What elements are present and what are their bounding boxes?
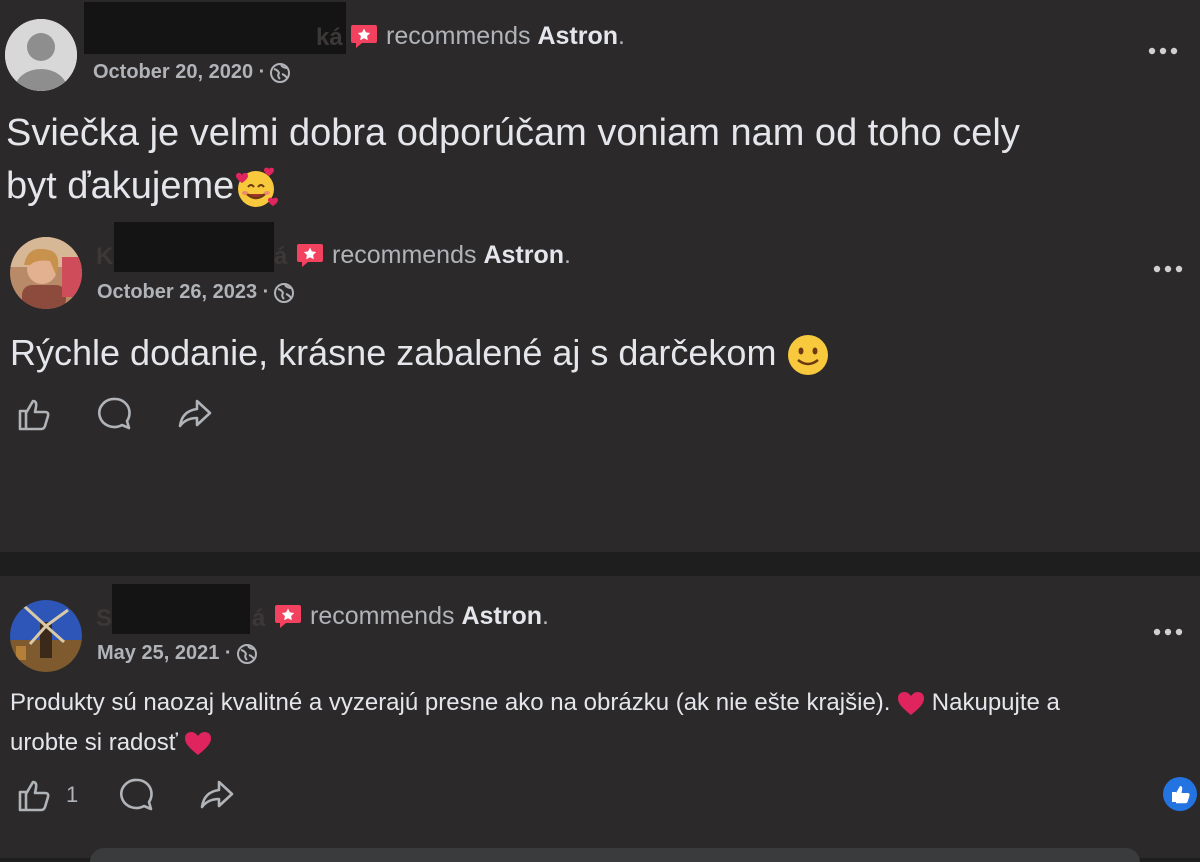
- slight-smile-emoji: [788, 335, 829, 376]
- recommend-star-icon: [351, 25, 377, 48]
- post-text-line: byt ďakujeme: [6, 165, 279, 210]
- post-text-line: urobte si radosť: [10, 729, 212, 757]
- comment-button[interactable]: [96, 395, 134, 433]
- comment-icon: [120, 778, 154, 811]
- post-card: S á recommends Astron. May 25, 2021 · Pr…: [0, 576, 1200, 858]
- profile-photo: [10, 237, 82, 309]
- avatar[interactable]: [5, 19, 77, 91]
- like-icon: [18, 399, 50, 431]
- period: .: [564, 241, 571, 269]
- page-link[interactable]: Astron: [483, 241, 564, 269]
- post-date[interactable]: May 25, 2021 ·: [97, 642, 258, 665]
- like-icon: [18, 780, 50, 812]
- share-button[interactable]: [176, 395, 214, 433]
- recommendation-line: recommends Astron.: [386, 22, 625, 51]
- recommends-text: recommends: [310, 602, 455, 630]
- post-actions: [16, 395, 214, 433]
- post-text-line: Sviečka je velmi dobra odporúčam voniam …: [6, 112, 1020, 154]
- author-name-fragment[interactable]: K: [96, 243, 113, 271]
- date-text[interactable]: October 20, 2020 ·: [93, 61, 265, 84]
- avatar[interactable]: [10, 237, 82, 309]
- post-text: byt ďakujeme: [6, 165, 235, 207]
- like-button[interactable]: 1: [16, 776, 78, 814]
- thumbs-up-icon: [1172, 786, 1190, 804]
- comment-box-edge: [90, 848, 1140, 862]
- like-button[interactable]: [16, 395, 54, 433]
- more-options-icon[interactable]: [1153, 264, 1183, 274]
- redacted-name: [114, 222, 274, 272]
- profile-photo: [10, 600, 82, 672]
- share-button[interactable]: [198, 776, 236, 814]
- heart-emoji: [898, 691, 925, 715]
- recommendation-line: recommends Astron.: [310, 602, 549, 631]
- recommend-star-icon: [275, 605, 301, 628]
- share-icon: [200, 780, 234, 809]
- period: .: [542, 602, 549, 630]
- share-icon: [178, 399, 212, 428]
- post-text: Produkty sú naozaj kvalitné a vyzerajú p…: [10, 689, 891, 716]
- redacted-name: [112, 584, 250, 634]
- post-text: Rýchle dodanie, krásne zabalené aj s dar…: [10, 332, 777, 373]
- post-card: ká recommends Astron. October 20, 2020 ·…: [0, 0, 1200, 552]
- post-text: urobte si radosť: [10, 729, 178, 756]
- avatar[interactable]: [10, 600, 82, 672]
- redacted-name: [84, 2, 346, 54]
- author-name-fragment[interactable]: S: [96, 605, 112, 633]
- recommendation-line: recommends Astron.: [332, 241, 571, 270]
- date-text[interactable]: May 25, 2021 ·: [97, 642, 232, 665]
- post-text-line: Rýchle dodanie, krásne zabalené aj s dar…: [10, 332, 830, 377]
- like-count: 1: [66, 782, 79, 807]
- post-text-line: Produkty sú naozaj kvalitné a vyzerajú p…: [10, 689, 1060, 717]
- post-date[interactable]: October 20, 2020 ·: [93, 61, 291, 84]
- heart-emoji: [185, 731, 212, 755]
- default-avatar-icon: [5, 19, 77, 91]
- more-options-icon[interactable]: [1148, 46, 1178, 56]
- comment-icon: [98, 397, 131, 430]
- smiling-hearts-emoji: [236, 167, 279, 207]
- author-name-fragment[interactable]: ká: [316, 24, 343, 52]
- date-text[interactable]: October 26, 2023 ·: [97, 281, 269, 304]
- post-text: Nakupujte a: [931, 689, 1060, 716]
- like-reaction-icon[interactable]: [1163, 777, 1197, 811]
- page-link[interactable]: Astron: [461, 602, 542, 630]
- recommend-star-icon: [297, 244, 323, 267]
- author-name-fragment[interactable]: á: [274, 243, 287, 271]
- post-date[interactable]: October 26, 2023 ·: [97, 281, 295, 304]
- more-options-icon[interactable]: [1153, 627, 1183, 637]
- page-link[interactable]: Astron: [537, 22, 618, 50]
- globe-icon: [274, 282, 295, 303]
- post-actions: 1: [16, 776, 236, 814]
- recommends-text: recommends: [332, 241, 477, 269]
- globe-icon: [270, 62, 291, 83]
- comment-button[interactable]: [118, 776, 156, 814]
- globe-icon: [236, 643, 257, 664]
- recommends-text: recommends: [386, 22, 531, 50]
- author-name-fragment[interactable]: á: [252, 605, 265, 633]
- period: .: [618, 22, 625, 50]
